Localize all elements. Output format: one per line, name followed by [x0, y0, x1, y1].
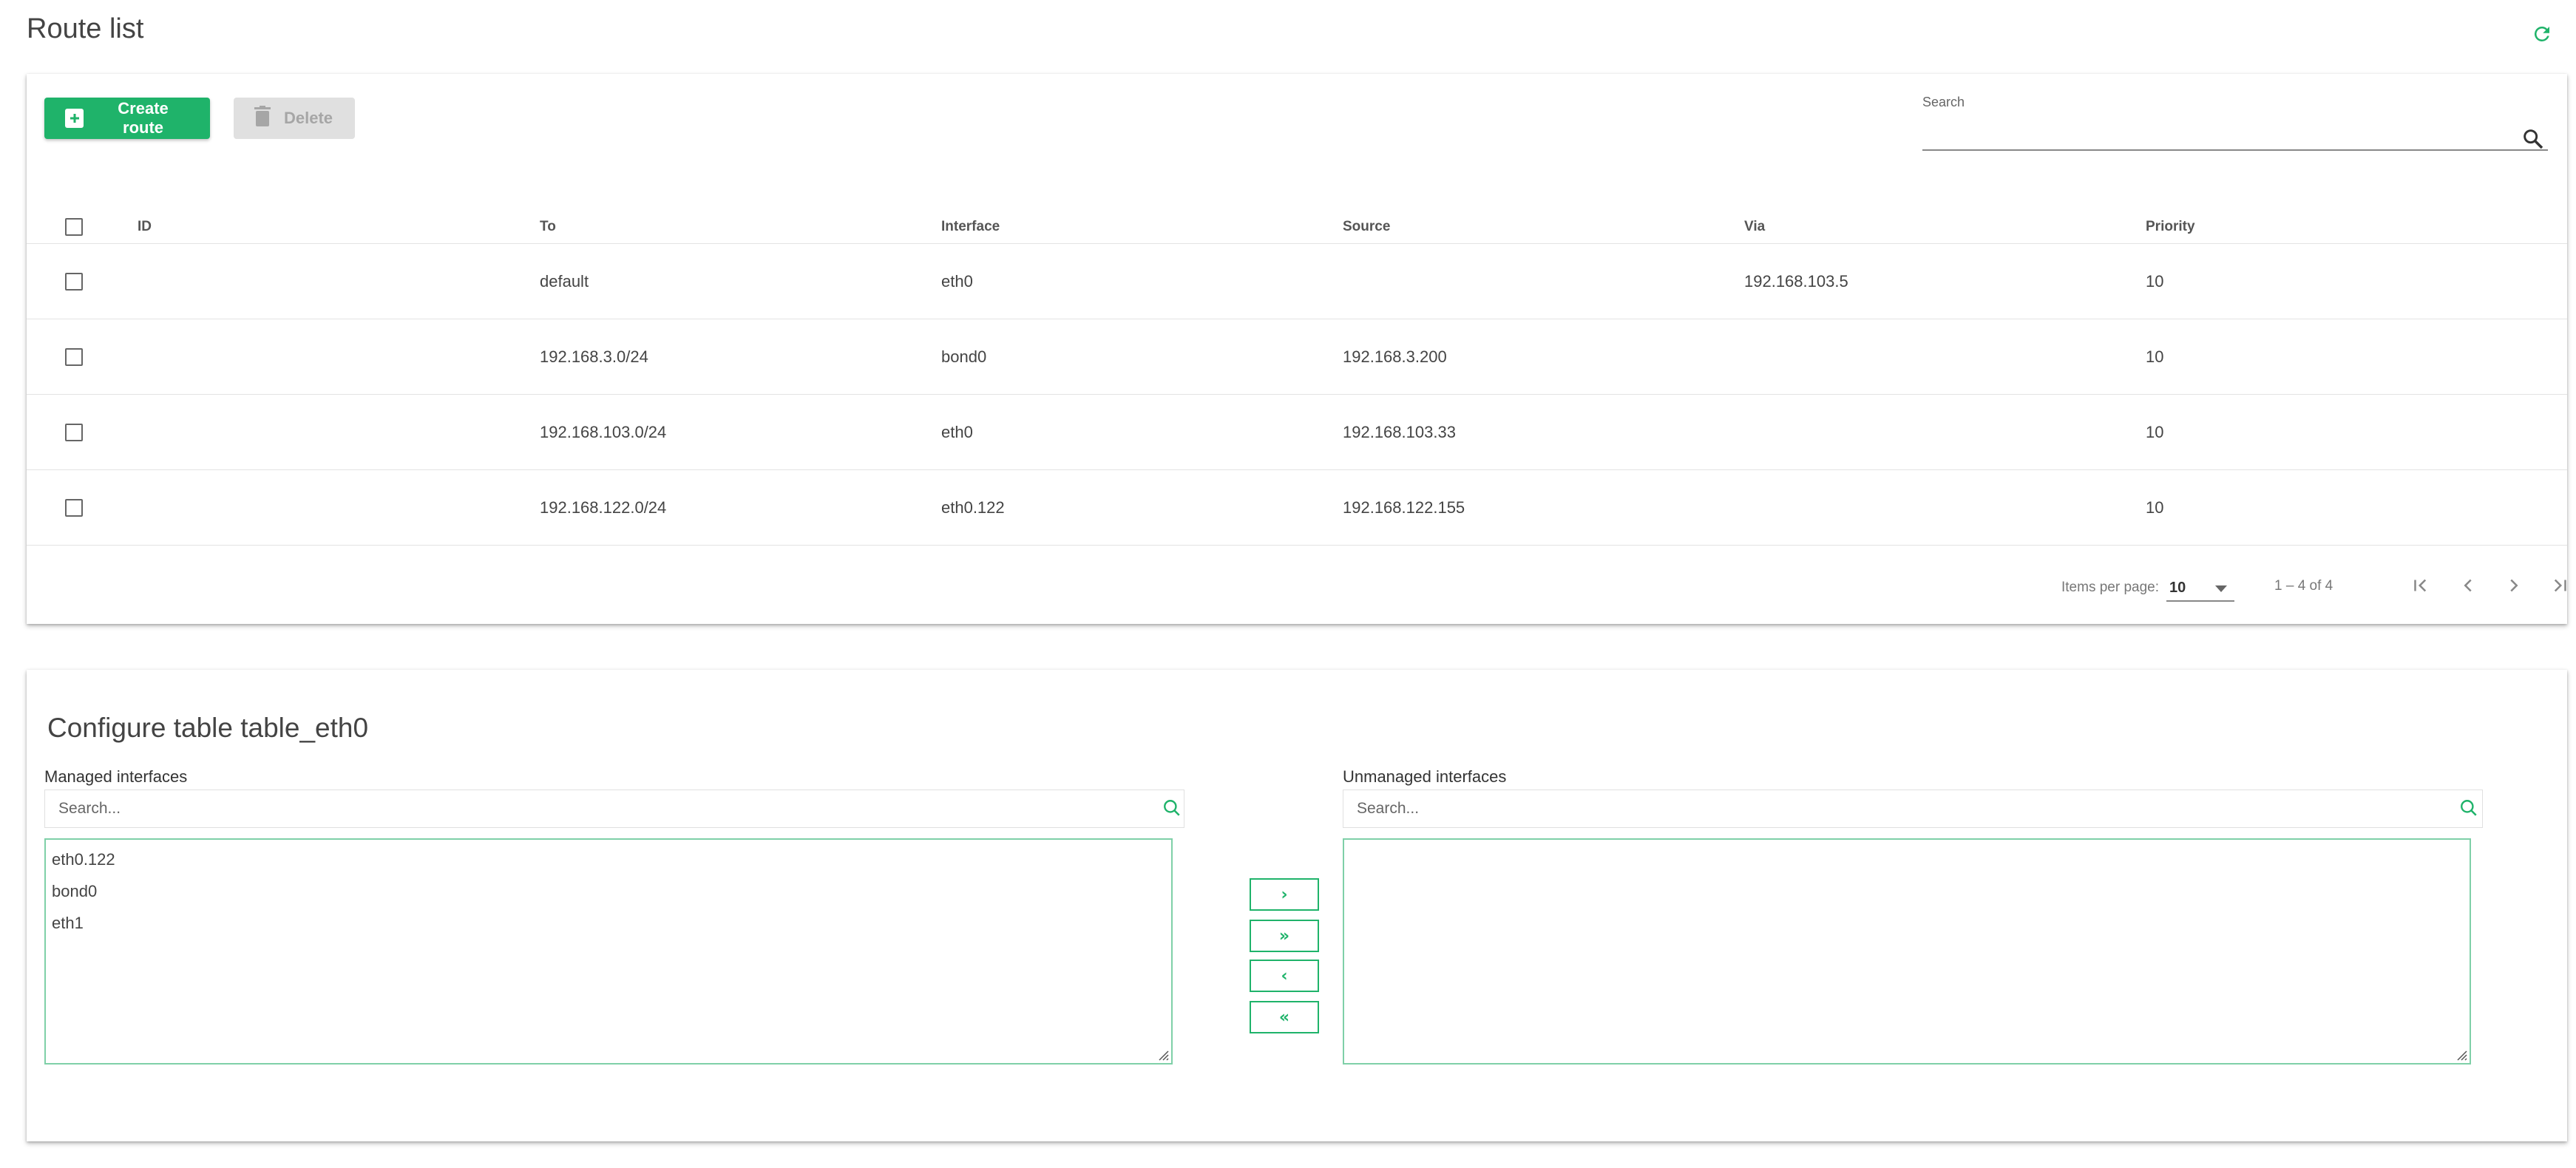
row-checkbox[interactable] — [65, 272, 83, 291]
row-checkbox[interactable] — [65, 423, 83, 441]
search-icon[interactable] — [1162, 798, 1184, 821]
cell-to: 192.168.103.0/24 — [540, 422, 667, 441]
cell-source: 192.168.103.33 — [1343, 422, 1456, 441]
row-checkbox[interactable] — [65, 347, 83, 366]
cell-source: 192.168.3.200 — [1343, 347, 1447, 366]
select-all-checkbox[interactable] — [65, 217, 83, 236]
route-search: Search — [1922, 95, 2548, 152]
search-icon[interactable] — [2521, 127, 2546, 152]
trash-icon — [254, 106, 271, 131]
unmanaged-search-input[interactable] — [1343, 790, 2483, 828]
list-item[interactable]: eth0.122 — [46, 844, 1171, 876]
search-label: Search — [1922, 95, 1965, 109]
list-item[interactable]: bond0 — [46, 876, 1171, 908]
table-row[interactable]: 192.168.3.0/24 bond0 192.168.3.200 10 — [27, 319, 2567, 395]
delete-button[interactable]: Delete — [234, 98, 355, 139]
table-row[interactable]: default eth0 192.168.103.5 10 — [27, 244, 2567, 319]
delete-label: Delete — [284, 109, 333, 127]
list-item[interactable]: eth1 — [46, 908, 1171, 940]
refresh-icon[interactable] — [2529, 21, 2555, 47]
table-row[interactable]: 192.168.103.0/24 eth0 192.168.103.33 10 — [27, 395, 2567, 470]
unmanaged-interfaces-label: Unmanaged interfaces — [1343, 767, 1507, 786]
cell-priority: 10 — [2146, 422, 2164, 441]
managed-interfaces-list[interactable]: eth0.122 bond0 eth1 — [44, 838, 1173, 1065]
row-checkbox[interactable] — [65, 498, 83, 517]
items-per-page-label: Items per page: — [2061, 580, 2160, 595]
row-checkbox-cell — [65, 498, 83, 517]
unmanaged-interfaces-list[interactable] — [1343, 838, 2471, 1065]
cell-source: 192.168.122.155 — [1343, 498, 1465, 517]
items-per-page-select[interactable]: 10 — [2166, 571, 2234, 602]
header-source[interactable]: Source — [1343, 219, 1390, 235]
table-row[interactable]: 192.168.122.0/24 eth0.122 192.168.122.15… — [27, 470, 2567, 546]
move-right-button[interactable]: › — [1250, 878, 1319, 911]
paginator: Items per page: 10 1 – 4 of 4 — [27, 562, 2567, 609]
header-to[interactable]: To — [540, 219, 556, 235]
cell-to: 192.168.3.0/24 — [540, 347, 648, 366]
page-title: Route list — [27, 13, 144, 44]
select-all-cell — [65, 217, 83, 236]
move-all-right-button[interactable]: » — [1250, 920, 1319, 952]
resize-grip-icon[interactable] — [1155, 1047, 1170, 1062]
cell-interface: eth0.122 — [941, 498, 1005, 517]
items-per-page-value: 10 — [2169, 580, 2186, 596]
cell-priority: 10 — [2146, 498, 2164, 517]
create-route-label: Create route — [118, 99, 169, 137]
search-icon[interactable] — [2459, 798, 2481, 821]
cell-interface: bond0 — [941, 347, 987, 366]
move-left-button[interactable]: ‹ — [1250, 960, 1319, 992]
cell-to: default — [540, 271, 589, 291]
cell-to: 192.168.122.0/24 — [540, 498, 667, 517]
config-title: Configure table table_eth0 — [47, 713, 369, 743]
cell-interface: eth0 — [941, 422, 973, 441]
row-checkbox-cell — [65, 272, 83, 291]
header-via[interactable]: Via — [1744, 219, 1765, 235]
table-header-row: ID To Interface Source Via Priority — [27, 210, 2567, 244]
plus-box-icon — [65, 109, 84, 128]
cell-priority: 10 — [2146, 271, 2164, 291]
route-table: ID To Interface Source Via Priority defa… — [27, 210, 2567, 546]
row-checkbox-cell — [65, 423, 83, 441]
first-page-icon[interactable] — [2406, 571, 2436, 600]
header-id[interactable]: ID — [138, 219, 152, 235]
caret-down-icon — [2215, 585, 2227, 592]
header-interface[interactable]: Interface — [941, 219, 1000, 235]
cell-interface: eth0 — [941, 271, 973, 291]
page-range: 1 – 4 of 4 — [2274, 578, 2333, 594]
header-priority[interactable]: Priority — [2146, 219, 2195, 235]
search-input[interactable] — [1922, 117, 2548, 151]
cell-via: 192.168.103.5 — [1744, 271, 1848, 291]
row-checkbox-cell — [65, 347, 83, 366]
configure-table-card: Configure table table_eth0 Managed inter… — [27, 670, 2567, 1141]
chevron-right-icon[interactable] — [2499, 571, 2529, 600]
move-all-left-button[interactable]: « — [1250, 1001, 1319, 1033]
create-route-button[interactable]: Create route — [44, 98, 210, 139]
route-list-card: Create route Delete Search ID To Interfa… — [27, 74, 2567, 624]
managed-interfaces-label: Managed interfaces — [44, 767, 188, 786]
resize-grip-icon[interactable] — [2453, 1047, 2468, 1062]
cell-priority: 10 — [2146, 347, 2164, 366]
managed-search-input[interactable] — [44, 790, 1184, 828]
chevron-left-icon[interactable] — [2453, 571, 2483, 600]
last-page-icon[interactable] — [2545, 571, 2575, 600]
